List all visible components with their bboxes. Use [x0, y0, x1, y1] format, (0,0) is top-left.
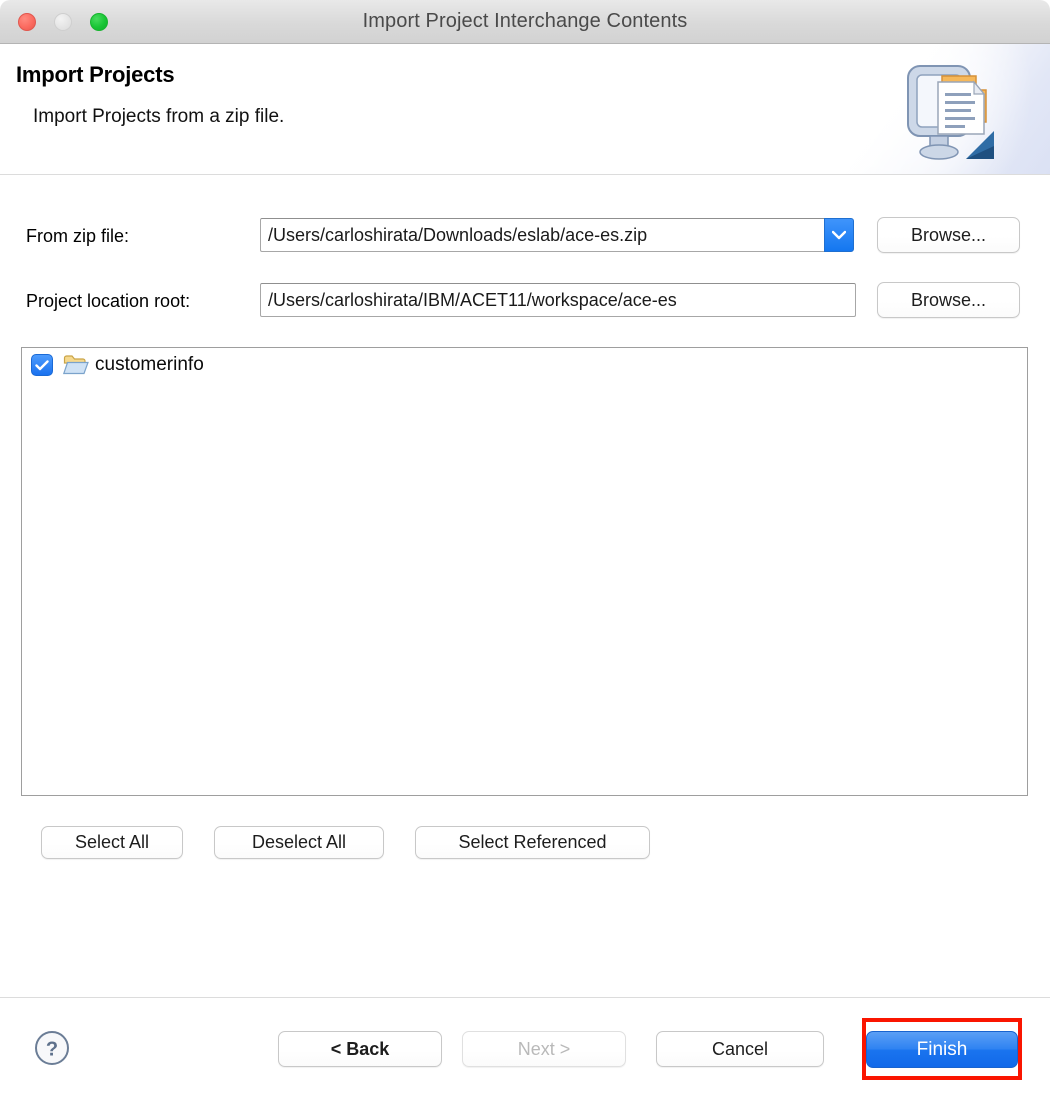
next-button: Next >	[462, 1031, 626, 1067]
project-location-root-input[interactable]	[260, 283, 856, 317]
help-icon[interactable]: ?	[33, 1029, 71, 1067]
window-titlebar: Import Project Interchange Contents	[0, 0, 1050, 44]
projects-tree[interactable]: customerinfo	[21, 347, 1028, 796]
import-wizard-window: Import Project Interchange Contents Impo…	[0, 0, 1050, 1100]
cancel-button[interactable]: Cancel	[656, 1031, 824, 1067]
wizard-banner: Import Projects Import Projects from a z…	[0, 44, 1050, 175]
list-item[interactable]: customerinfo	[22, 348, 1027, 382]
page-subtitle: Import Projects from a zip file.	[33, 106, 285, 127]
zip-file-input[interactable]	[260, 218, 824, 252]
back-button[interactable]: < Back	[278, 1031, 442, 1067]
deselect-all-button[interactable]: Deselect All	[214, 826, 384, 859]
import-wizard-icon	[902, 60, 998, 164]
list-item-label: customerinfo	[95, 354, 204, 375]
svg-text:?: ?	[46, 1039, 58, 1061]
footer-divider	[0, 997, 1050, 998]
browse-root-button[interactable]: Browse...	[877, 282, 1020, 318]
browse-zip-button[interactable]: Browse...	[877, 217, 1020, 253]
page-title: Import Projects	[16, 62, 175, 87]
window-title: Import Project Interchange Contents	[362, 10, 688, 32]
select-referenced-button[interactable]: Select Referenced	[415, 826, 650, 859]
select-all-button[interactable]: Select All	[41, 826, 183, 859]
chevron-down-icon[interactable]	[824, 218, 854, 252]
open-folder-icon	[62, 354, 89, 376]
finish-button[interactable]: Finish	[866, 1031, 1018, 1068]
zip-file-label: From zip file:	[26, 226, 130, 246]
project-location-root-label: Project location root:	[26, 291, 191, 311]
project-checkbox[interactable]	[31, 354, 53, 376]
